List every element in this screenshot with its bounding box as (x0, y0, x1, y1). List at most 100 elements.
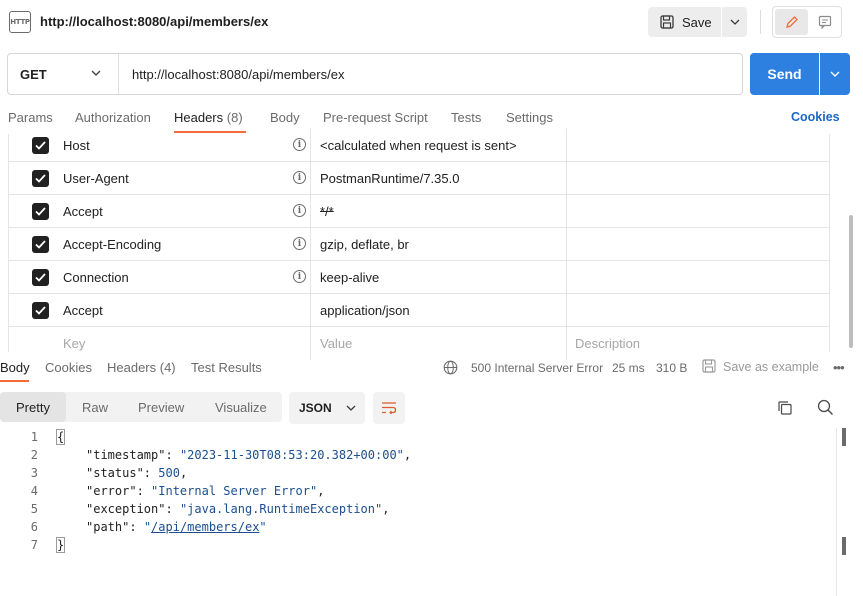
save-button[interactable]: Save (648, 7, 721, 37)
save-label: Save (682, 14, 712, 30)
comment-icon (818, 15, 832, 29)
line-number: 7 (30, 538, 38, 552)
tab-test-results[interactable]: Test Results (191, 360, 262, 375)
header-value[interactable]: <calculated when request is sent> (320, 138, 517, 153)
tab-params[interactable]: Params (8, 110, 53, 125)
header-value[interactable]: */* (320, 204, 334, 219)
send-button[interactable]: Send (750, 53, 819, 95)
info-icon[interactable]: i (293, 204, 306, 217)
header-value[interactable]: gzip, deflate, br (320, 237, 409, 252)
json-key: "path" (86, 520, 130, 534)
info-icon[interactable]: i (293, 270, 306, 283)
header-key[interactable]: Connection (63, 270, 129, 285)
code-scrollbar-marker[interactable] (842, 428, 846, 446)
header-value[interactable]: application/json (320, 303, 410, 318)
tab-pretty[interactable]: Pretty (0, 392, 66, 422)
header-checkbox[interactable] (32, 170, 49, 187)
tab-visualize[interactable]: Visualize (215, 392, 267, 422)
tab-prerequest-script[interactable]: Pre-request Script (323, 110, 428, 125)
save-icon (702, 359, 716, 373)
response-view-tabs: Pretty Raw Preview Visualize (0, 392, 282, 422)
header-value[interactable]: PostmanRuntime/7.35.0 (320, 171, 459, 186)
tab-body[interactable]: Body (270, 110, 300, 125)
header-checkbox[interactable] (32, 236, 49, 253)
line-number: 5 (30, 502, 38, 516)
response-tabs: Body Cookies Headers (4) Test Results 50… (0, 352, 863, 382)
json-value: "java.lang.RuntimeException" (179, 502, 383, 516)
edit-mode-button[interactable] (775, 9, 808, 35)
search-icon[interactable] (817, 399, 834, 416)
response-body-viewer[interactable]: 1 2 3 4 5 6 7 { "timestamp": "2023-11-30… (0, 428, 836, 596)
url-input[interactable]: http://localhost:8080/api/members/ex (132, 67, 344, 82)
new-header-key-input[interactable]: Key (63, 336, 85, 351)
column-divider (566, 294, 567, 327)
toolbar-divider (760, 10, 761, 34)
header-key[interactable]: Accept (63, 303, 103, 318)
table-row: Accept application/json (9, 294, 829, 327)
code-open-brace: { (55, 429, 66, 445)
documentation-mode-button[interactable] (811, 9, 839, 35)
chevron-down-icon[interactable] (91, 68, 101, 78)
header-key[interactable]: Accept (63, 204, 103, 219)
line-number: 6 (30, 520, 38, 534)
tab-preview[interactable]: Preview (138, 392, 184, 422)
tab-response-cookies[interactable]: Cookies (45, 360, 92, 375)
new-header-value-input[interactable]: Value (320, 336, 352, 351)
json-value: "2023-11-30T08:53:20.382+00:00" (179, 448, 404, 462)
table-row: Host i <calculated when request is sent> (9, 129, 829, 162)
tab-raw[interactable]: Raw (82, 392, 108, 422)
globe-icon[interactable] (443, 360, 458, 375)
tab-tests[interactable]: Tests (451, 110, 481, 125)
save-icon (660, 15, 674, 29)
column-divider (310, 294, 311, 327)
request-scrollbar[interactable] (849, 215, 853, 348)
url-bar: GET http://localhost:8080/api/members/ex (7, 53, 743, 95)
more-options-icon[interactable]: ••• (833, 360, 845, 375)
checkmark-icon (35, 273, 46, 282)
tab-headers-label: Headers (174, 110, 224, 125)
header-key[interactable]: User-Agent (63, 171, 129, 186)
info-icon[interactable]: i (293, 138, 306, 151)
header-key[interactable]: Host (63, 138, 90, 153)
checkmark-icon (35, 174, 46, 183)
format-label: JSON (299, 401, 332, 415)
header-checkbox[interactable] (32, 302, 49, 319)
table-row: Accept-Encoding i gzip, deflate, br (9, 228, 829, 261)
code-scrollbar-marker[interactable] (842, 537, 846, 555)
checkmark-icon (35, 306, 46, 315)
header-value[interactable]: keep-alive (320, 270, 379, 285)
tab-authorization[interactable]: Authorization (75, 110, 151, 125)
chevron-down-icon (730, 19, 739, 25)
info-icon[interactable]: i (293, 171, 306, 184)
tab-headers[interactable]: Headers (8) (174, 110, 243, 125)
column-divider (566, 261, 567, 294)
json-key: "status" (86, 466, 144, 480)
response-time[interactable]: 25 ms (612, 361, 645, 375)
new-header-description-input[interactable]: Description (575, 336, 640, 351)
info-icon[interactable]: i (293, 237, 306, 250)
column-divider (310, 261, 311, 294)
method-select[interactable]: GET (20, 67, 47, 82)
json-link-value[interactable]: /api/members/ex (151, 520, 259, 534)
request-title[interactable]: http://localhost:8080/api/members/ex (40, 14, 268, 29)
header-checkbox[interactable] (32, 269, 49, 286)
save-options-button[interactable] (722, 7, 747, 37)
header-checkbox[interactable] (32, 137, 49, 154)
copy-icon[interactable] (777, 400, 793, 416)
status-badge[interactable]: 500 Internal Server Error (471, 361, 603, 375)
send-options-button[interactable] (820, 53, 850, 95)
column-divider (566, 195, 567, 228)
header-checkbox[interactable] (32, 203, 49, 220)
line-number: 3 (30, 466, 38, 480)
tab-settings[interactable]: Settings (506, 110, 553, 125)
header-key[interactable]: Accept-Encoding (63, 237, 161, 252)
wrap-lines-button[interactable] (373, 392, 405, 424)
code-line: "exception": "java.lang.RuntimeException… (86, 502, 390, 516)
format-select[interactable]: JSON (289, 392, 365, 424)
cookies-link[interactable]: Cookies (791, 110, 840, 124)
save-as-example-button[interactable]: Save as example (723, 360, 819, 374)
response-size[interactable]: 310 B (656, 361, 687, 375)
json-value: 500 (158, 466, 180, 480)
tab-response-headers[interactable]: Headers (4) (107, 360, 176, 375)
tab-response-body[interactable]: Body (0, 360, 30, 375)
